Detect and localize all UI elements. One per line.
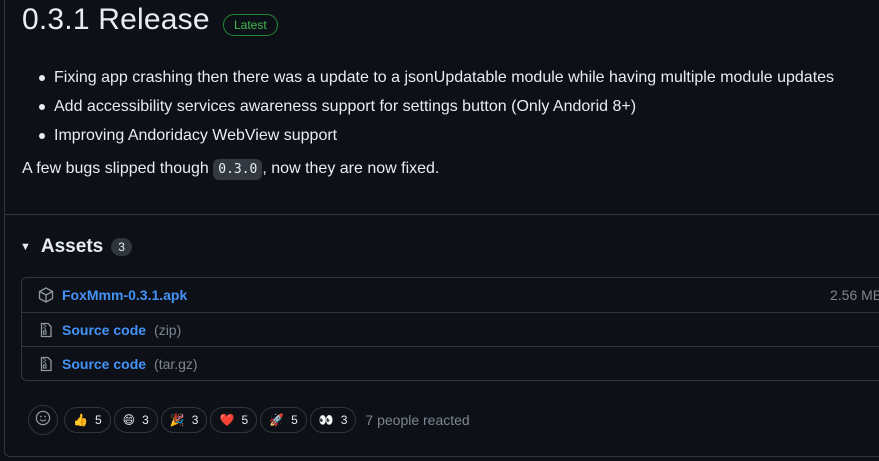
file-zip-icon <box>38 356 54 372</box>
paragraph-text: , now they are now fixed. <box>262 160 440 177</box>
asset-link[interactable]: Source code <box>62 356 146 372</box>
asset-row: Source code (tar.gz) <box>22 346 879 380</box>
reactions-summary: 7 people reacted <box>365 412 470 428</box>
reaction-hooray[interactable]: 🎉 3 <box>160 407 208 433</box>
asset-link[interactable]: FoxMmm-0.3.1.apk <box>62 287 187 303</box>
asset-size: 2.56 MB <box>830 287 879 303</box>
add-reaction-button[interactable] <box>28 405 58 435</box>
rocket-icon: 🚀 <box>269 413 285 427</box>
release-note-paragraph: A few bugs slipped though 0.3.0, now the… <box>22 159 440 180</box>
divider <box>5 214 879 215</box>
laugh-icon: 😄 <box>122 413 136 427</box>
reaction-heart[interactable]: ❤️ 5 <box>210 407 258 433</box>
reaction-count: 3 <box>191 413 199 427</box>
reaction-thumbs-up[interactable]: 👍 5 <box>64 407 111 433</box>
asset-row: Source code (zip) <box>22 312 879 346</box>
reaction-count: 3 <box>142 413 149 427</box>
reaction-eyes[interactable]: 👀 3 <box>309 407 357 433</box>
reaction-laugh[interactable]: 😄 3 <box>113 407 158 433</box>
release-note-item: Fixing app crashing then there was a upd… <box>22 63 834 92</box>
reaction-rocket[interactable]: 🚀 5 <box>260 407 307 433</box>
caret-down-icon: ▼ <box>20 241 31 253</box>
assets-list: FoxMmm-0.3.1.apk 2.56 MB Source code (zi… <box>21 277 879 381</box>
package-icon <box>38 287 54 303</box>
release-notes-list: Fixing app crashing then there was a upd… <box>22 63 834 150</box>
asset-format: (tar.gz) <box>154 355 198 372</box>
reaction-count: 3 <box>340 413 348 427</box>
thumbs-up-icon: 👍 <box>73 413 88 427</box>
file-zip-icon <box>38 322 54 338</box>
reaction-count: 5 <box>94 413 102 427</box>
asset-row: FoxMmm-0.3.1.apk 2.56 MB <box>22 278 879 312</box>
release-title[interactable]: 0.3.1 Release <box>22 3 210 37</box>
release-note-item: Add accessibility services awareness sup… <box>22 92 834 121</box>
hooray-icon: 🎉 <box>169 413 185 427</box>
paragraph-text: A few bugs slipped though <box>22 160 214 177</box>
assets-count-badge: 3 <box>111 238 132 256</box>
release-note-item: Improving Andoridacy WebView support <box>22 121 834 150</box>
reactions-bar: 👍 5 😄 3 🎉 3 ❤️ 5 🚀 5 👀 3 7 people reacted <box>28 405 470 435</box>
eyes-icon: 👀 <box>318 413 334 427</box>
latest-badge: Latest <box>223 14 278 36</box>
asset-link[interactable]: Source code <box>62 322 146 338</box>
asset-format: (zip) <box>154 321 182 338</box>
smiley-icon <box>35 410 51 431</box>
reaction-count: 5 <box>291 413 298 427</box>
assets-title: Assets <box>40 236 104 257</box>
reaction-count: 5 <box>241 413 249 427</box>
inline-code: 0.3.0 <box>213 159 263 180</box>
heart-icon: ❤️ <box>219 413 235 427</box>
assets-toggle[interactable]: ▼ Assets 3 <box>20 236 132 258</box>
